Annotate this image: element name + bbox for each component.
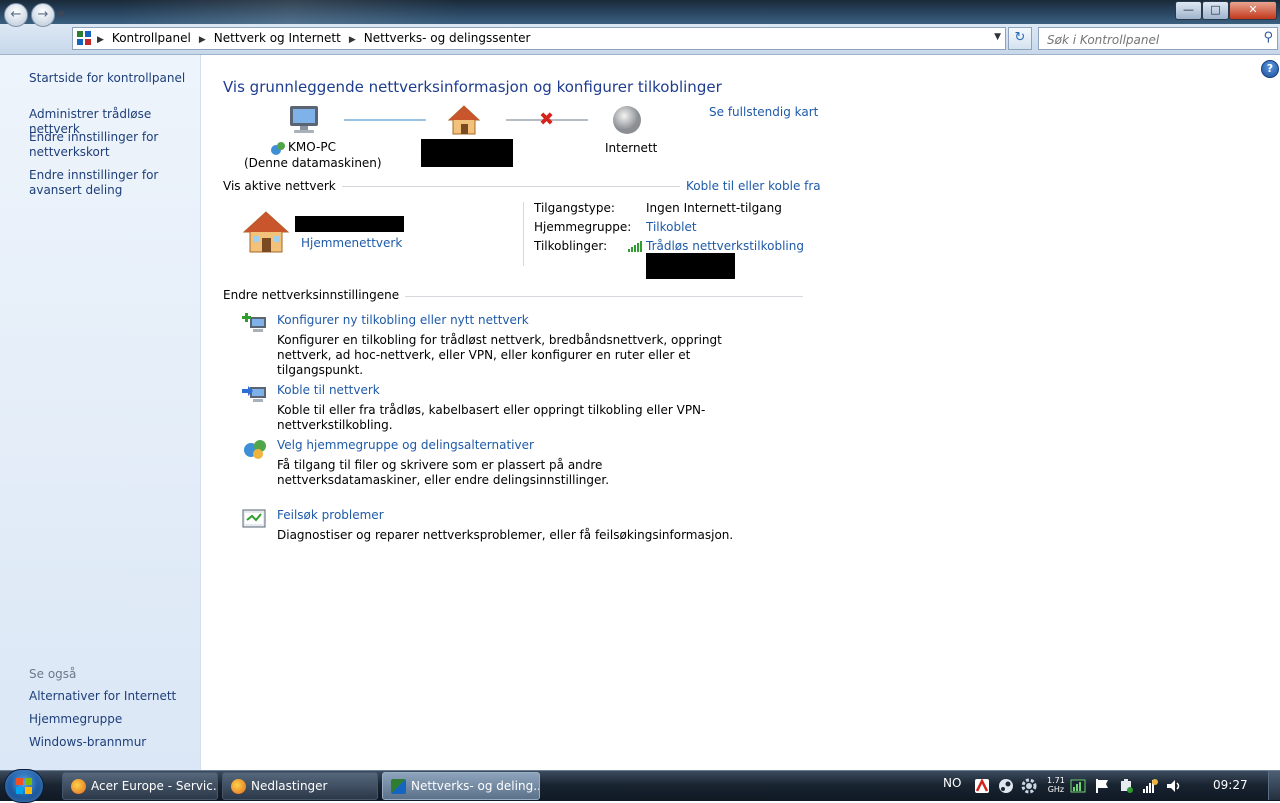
map-connection-line: [344, 119, 426, 121]
setup-connection-link[interactable]: Konfigurer ny tilkobling eller nytt nett…: [277, 313, 529, 327]
vertical-divider: [523, 202, 524, 266]
troubleshoot-icon: [242, 509, 266, 528]
search-box: ⚲: [1038, 27, 1278, 50]
cpu-meter-icon[interactable]: [1070, 778, 1086, 794]
change-advanced-sharing-link[interactable]: Endre innstillinger for avansert deling: [29, 168, 199, 198]
taskbar-item-firefox[interactable]: Acer Europe - Servic...: [62, 772, 218, 800]
connect-disconnect-link[interactable]: Koble til eller koble fra: [680, 179, 821, 193]
back-button[interactable]: ←: [4, 3, 28, 27]
change-settings-heading: Endre nettverksinnstillingene: [223, 288, 406, 302]
address-dropdown-icon[interactable]: ▼: [994, 32, 1001, 42]
help-icon[interactable]: ?: [1261, 60, 1279, 78]
volume-icon[interactable]: [1166, 778, 1182, 794]
network-type-link[interactable]: Hjemmenettverk: [301, 236, 402, 250]
redacted-active-network-name: [295, 216, 404, 232]
control-panel-icon: [391, 779, 406, 794]
taskbar-item-network-center[interactable]: Nettverks- og deling...: [382, 772, 540, 800]
connect-network-icon: [242, 386, 266, 402]
window-titlebar[interactable]: [0, 0, 1280, 24]
control-panel-home-link[interactable]: Startside for kontrollpanel: [29, 71, 199, 86]
homegroup-status-link[interactable]: Tilkoblet: [646, 220, 697, 234]
close-button[interactable]: ✕: [1229, 1, 1277, 20]
maximize-button[interactable]: □: [1202, 1, 1229, 20]
homegroup-link[interactable]: Hjemmegruppe: [29, 712, 199, 727]
homegroup-label: Hjemmegruppe:: [534, 220, 632, 234]
language-indicator[interactable]: NO: [943, 776, 961, 790]
refresh-button[interactable]: ↻: [1008, 27, 1032, 50]
page-title: Vis grunnleggende nettverksinformasjon o…: [223, 78, 722, 96]
computer-name: KMO-PC: [288, 140, 336, 154]
internet-label: Internett: [605, 141, 658, 155]
home-network-large-icon[interactable]: [242, 210, 290, 254]
connect-network-description: Koble til eller fra trådløs, kabelbasert…: [277, 403, 706, 432]
wireless-signal-icon: [628, 241, 642, 252]
search-input[interactable]: [1045, 30, 1249, 49]
breadcrumb: ▶ Kontrollpanel ▶ Nettverk og Internett ▶ Net…: [97, 31, 530, 45]
see-also-heading: Se også: [29, 667, 77, 681]
gear-icon[interactable]: [1021, 778, 1037, 794]
home-network-icon[interactable]: [447, 104, 481, 136]
internet-options-link[interactable]: Alternativer for Internett: [29, 689, 199, 704]
breadcrumb-control-panel[interactable]: Kontrollpanel: [112, 31, 191, 45]
cpu-frequency: 1.71 GHz: [1047, 776, 1065, 794]
steam-icon[interactable]: [998, 778, 1014, 794]
action-center-flag-icon[interactable]: [1094, 778, 1110, 794]
recent-pages-dropdown[interactable]: ▼: [58, 10, 64, 19]
firefox-icon: [231, 779, 246, 794]
show-desktop-button[interactable]: [1268, 771, 1280, 800]
redacted-ssid: [646, 253, 735, 279]
change-adapter-settings-link[interactable]: Endre innstillinger for nettverkskort: [29, 130, 199, 160]
forward-button[interactable]: →: [31, 3, 55, 27]
troubleshoot-link[interactable]: Feilsøk problemer: [277, 508, 384, 522]
full-map-link[interactable]: Se fullstendig kart: [709, 105, 818, 119]
minimize-button[interactable]: —: [1175, 1, 1202, 20]
internet-globe-icon[interactable]: [611, 104, 643, 136]
computer-icon[interactable]: [287, 104, 321, 136]
homegroup-sharing-link[interactable]: Velg hjemmegruppe og delingsalternativer: [277, 438, 534, 452]
control-panel-icon: [77, 31, 91, 45]
active-networks-heading: Vis aktive nettverk: [223, 179, 342, 193]
firefox-icon: [71, 779, 86, 794]
connections-label: Tilkoblinger:: [534, 239, 608, 253]
clock[interactable]: 09:27: [1213, 778, 1248, 792]
windows-logo-icon: [16, 778, 32, 794]
no-connection-icon: ✖: [539, 109, 555, 130]
connect-network-link[interactable]: Koble til nettverk: [277, 383, 380, 397]
windows-firewall-link[interactable]: Windows-brannmur: [29, 735, 199, 750]
left-task-pane: Startside for kontrollpanel Administrer …: [0, 55, 201, 770]
taskbar-item-downloads[interactable]: Nedlastinger: [222, 772, 378, 800]
breadcrumb-separator-icon[interactable]: ▶: [199, 35, 206, 45]
breadcrumb-network-internet[interactable]: Nettverk og Internett: [214, 31, 341, 45]
wireless-connection-link[interactable]: Trådløs nettverkstilkobling: [646, 239, 804, 253]
redacted-network-name: [421, 139, 513, 167]
computer-caption: (Denne datamaskinen): [244, 156, 382, 170]
network-signal-icon[interactable]: [1142, 778, 1158, 794]
access-type-value: Ingen Internett-tilgang: [646, 201, 782, 215]
address-bar[interactable]: ▶ Kontrollpanel ▶ Nettverk og Internett ▶ Net…: [72, 27, 1006, 50]
safely-remove-hardware-icon[interactable]: [1118, 778, 1134, 794]
breadcrumb-network-sharing-center[interactable]: Nettverks- og delingssenter: [364, 31, 531, 45]
breadcrumb-separator-icon[interactable]: ▶: [97, 35, 104, 45]
homegroup-sharing-description: Få tilgang til filer og skrivere som er …: [277, 458, 610, 487]
start-button[interactable]: [4, 769, 44, 803]
breadcrumb-separator-icon[interactable]: ▶: [349, 35, 356, 45]
network-globe-icon: [271, 142, 285, 155]
antivirus-icon[interactable]: [974, 778, 990, 794]
setup-connection-description: Konfigurer en tilkobling for trådløst ne…: [277, 333, 722, 377]
new-connection-icon: [242, 313, 266, 332]
search-icon[interactable]: ⚲: [1263, 30, 1273, 45]
troubleshoot-description: Diagnostiser og reparer nettverksproblem…: [277, 528, 734, 542]
homegroup-icon: [244, 440, 266, 459]
access-type-label: Tilgangstype:: [534, 201, 615, 215]
